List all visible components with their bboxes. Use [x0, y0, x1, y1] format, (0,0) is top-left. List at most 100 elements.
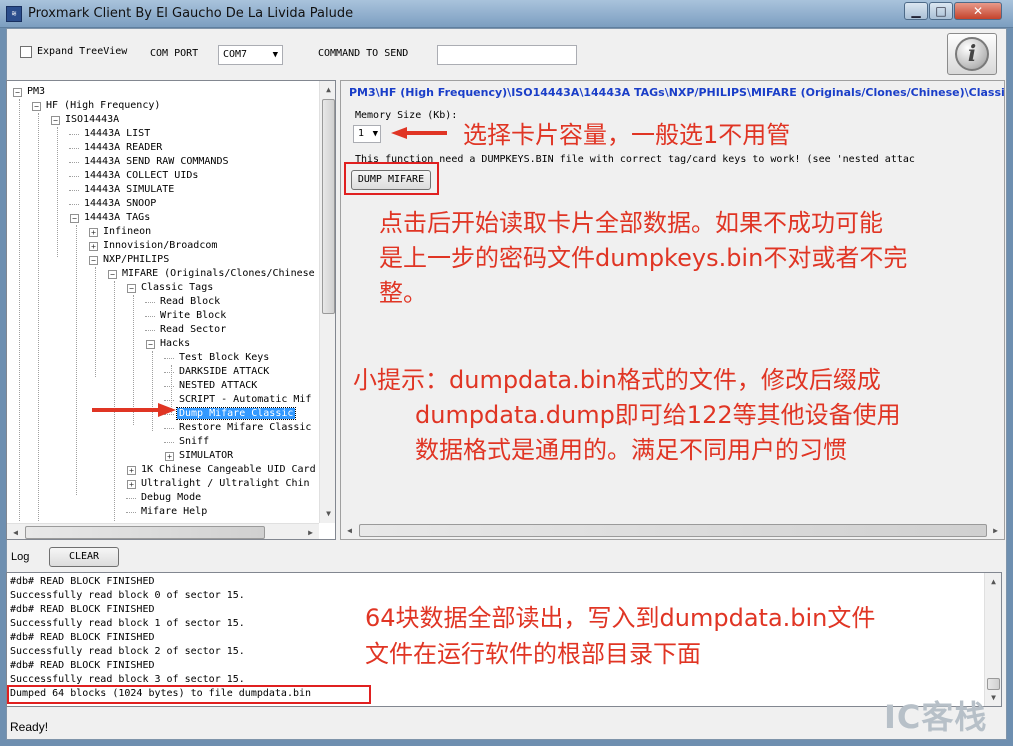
- command-panel: PM3\HF (High Frequency)\ISO14443A\14443A…: [340, 80, 1005, 540]
- arrow-left-icon: [391, 127, 447, 139]
- tree-item[interactable]: 14443A READER: [82, 141, 164, 155]
- collapse-icon[interactable]: −: [146, 340, 155, 349]
- minimize-button[interactable]: ▁: [904, 2, 928, 20]
- panel-scroll-thumb[interactable]: [359, 524, 987, 537]
- scroll-thumb-h[interactable]: [25, 526, 265, 539]
- log-line: #db# READ BLOCK FINISHED: [10, 604, 155, 615]
- tree-item-label: Test Block Keys: [179, 352, 270, 363]
- collapse-icon[interactable]: −: [70, 214, 79, 223]
- panel-horizontal-scrollbar[interactable]: ◀ ▶: [341, 522, 1004, 539]
- tree-item[interactable]: 1K Chinese Cangeable UID Card: [139, 463, 318, 477]
- tree-connector: [145, 302, 155, 303]
- tree-connector: [126, 498, 136, 499]
- scroll-right-icon[interactable]: ▶: [988, 523, 1003, 538]
- tree-item[interactable]: DARKSIDE ATTACK: [177, 365, 271, 379]
- tree-item[interactable]: NXP/PHILIPS: [101, 253, 171, 267]
- log-line: #db# READ BLOCK FINISHED: [10, 576, 155, 587]
- dump-mifare-button[interactable]: DUMP MIFARE: [351, 170, 431, 190]
- tree-connector: [164, 386, 174, 387]
- tree-item[interactable]: PM3: [25, 85, 47, 99]
- close-button[interactable]: ✕: [954, 2, 1002, 20]
- tree-item[interactable]: SCRIPT - Automatic Mif: [177, 393, 313, 407]
- annotation-log-line-1: 64块数据全部读出，写入到dumpdata.bin文件: [365, 604, 876, 632]
- chevron-down-icon: ▼: [272, 50, 278, 60]
- expand-icon[interactable]: +: [127, 480, 136, 489]
- collapse-icon[interactable]: −: [51, 116, 60, 125]
- tree-connector: [145, 316, 155, 317]
- tree-item[interactable]: 14443A TAGs: [82, 211, 152, 225]
- tree-item[interactable]: Read Sector: [158, 323, 228, 337]
- collapse-icon[interactable]: −: [108, 270, 117, 279]
- scroll-down-icon[interactable]: ▼: [321, 506, 335, 521]
- tree-connector: [145, 330, 155, 331]
- tree-item[interactable]: Infineon: [101, 225, 153, 239]
- tree-item[interactable]: 14443A SIMULATE: [82, 183, 176, 197]
- scroll-thumb[interactable]: [322, 99, 335, 314]
- clear-log-button[interactable]: CLEAR: [49, 547, 119, 567]
- tree-item[interactable]: NESTED ATTACK: [177, 379, 259, 393]
- tree-item-label: Read Block: [160, 296, 221, 307]
- collapse-icon[interactable]: −: [127, 284, 136, 293]
- tree-item[interactable]: Sniff: [177, 435, 211, 449]
- scroll-up-icon[interactable]: ▲: [321, 82, 335, 97]
- tree-item[interactable]: Ultralight / Ultralight Chin: [139, 477, 312, 491]
- command-input[interactable]: [437, 45, 577, 65]
- tree-guide: [57, 127, 58, 257]
- maximize-button[interactable]: □: [929, 2, 953, 20]
- tree-guide: [152, 351, 153, 431]
- tree-item[interactable]: Restore Mifare Classic: [177, 421, 313, 435]
- tree-item[interactable]: Innovision/Broadcom: [101, 239, 219, 253]
- tree-item-label: 14443A TAGs: [84, 212, 151, 223]
- log-scroll-thumb[interactable]: [987, 678, 1000, 690]
- info-button[interactable]: i: [947, 33, 997, 75]
- tree-item[interactable]: Write Block: [158, 309, 228, 323]
- tree-item[interactable]: Test Block Keys: [177, 351, 271, 365]
- expand-treeview-checkbox[interactable]: [20, 46, 32, 58]
- tree-item-label: 1K Chinese Cangeable UID Card: [141, 464, 316, 475]
- tree-item[interactable]: Read Block: [158, 295, 222, 309]
- tree-connector: [126, 512, 136, 513]
- tree-item-label: HF (High Frequency): [46, 100, 161, 111]
- tree-item[interactable]: ISO14443A: [63, 113, 121, 127]
- tree-item-label: Classic Tags: [141, 282, 214, 293]
- tree-item[interactable]: 14443A COLLECT UIDs: [82, 169, 200, 183]
- breadcrumb: PM3\HF (High Frequency)\ISO14443A\14443A…: [349, 86, 1005, 99]
- tree-item-label: ISO14443A: [65, 114, 120, 125]
- tree-item[interactable]: Hacks: [158, 337, 192, 351]
- tree-item[interactable]: SIMULATOR: [177, 449, 235, 463]
- tree-item[interactable]: 14443A LIST: [82, 127, 152, 141]
- expand-icon[interactable]: +: [127, 466, 136, 475]
- log-line: Successfully read block 1 of sector 15.: [10, 618, 245, 629]
- tree-item[interactable]: Mifare Help: [139, 505, 209, 519]
- tree-connector: [69, 134, 79, 135]
- log-vertical-scrollbar[interactable]: ▲ ▼: [984, 573, 1001, 706]
- tree-item[interactable]: 14443A SNOOP: [82, 197, 158, 211]
- expand-icon[interactable]: +: [89, 228, 98, 237]
- tree-item[interactable]: Debug Mode: [139, 491, 203, 505]
- tree-item[interactable]: 14443A SEND RAW COMMANDS: [82, 155, 231, 169]
- collapse-icon[interactable]: −: [13, 88, 22, 97]
- tree-item[interactable]: Classic Tags: [139, 281, 215, 295]
- tree-item[interactable]: MIFARE (Originals/Clones/Chinese: [120, 267, 317, 281]
- com-port-select[interactable]: COM7 ▼: [218, 45, 283, 65]
- scroll-up-icon[interactable]: ▲: [986, 574, 1001, 589]
- expand-icon[interactable]: +: [89, 242, 98, 251]
- scroll-right-icon[interactable]: ▶: [303, 525, 318, 539]
- tree-item-label: Infineon: [103, 226, 152, 237]
- tree-item[interactable]: Dump Mifare Classic: [175, 407, 297, 421]
- annotation-dump-line-1: 点击后开始读取卡片全部数据。如果不成功可能: [379, 209, 883, 237]
- expand-icon[interactable]: +: [165, 452, 174, 461]
- command-tree: − PM3− HF (High Frequency) − ISO14443A 14443A…: [6, 80, 336, 540]
- scroll-left-icon[interactable]: ◀: [8, 525, 23, 539]
- tree-item[interactable]: HF (High Frequency): [44, 99, 162, 113]
- collapse-icon[interactable]: −: [89, 256, 98, 265]
- scroll-left-icon[interactable]: ◀: [342, 523, 357, 538]
- collapse-icon[interactable]: −: [32, 102, 41, 111]
- tree-vertical-scrollbar[interactable]: ▲ ▼: [319, 81, 335, 523]
- scroll-down-icon[interactable]: ▼: [986, 690, 1001, 705]
- tree-guide: [19, 99, 20, 521]
- tree-horizontal-scrollbar[interactable]: ◀ ▶: [7, 523, 319, 539]
- dump-result-highlight: [7, 685, 371, 704]
- tree-connector: [164, 358, 174, 359]
- memory-size-select[interactable]: 1 ▼: [353, 125, 381, 143]
